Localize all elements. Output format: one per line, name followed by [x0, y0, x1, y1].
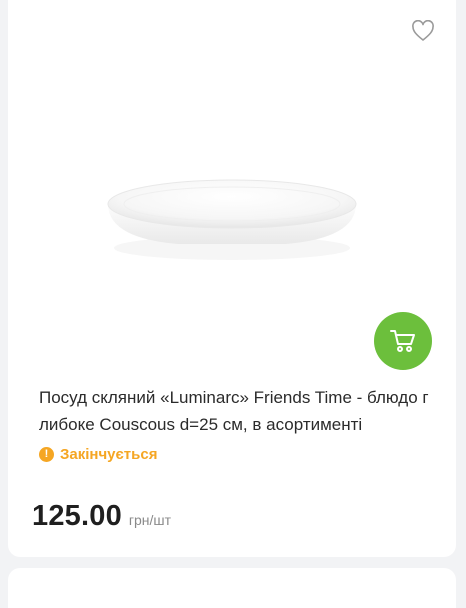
price-block: 125.00 грн/шт — [32, 500, 171, 533]
favorite-button[interactable] — [411, 20, 435, 42]
product-card[interactable]: Посуд скляний «Luminarc» Friends Time - … — [8, 0, 456, 557]
price-value: 125.00 — [32, 500, 122, 532]
stock-status: ! Закінчується — [39, 446, 157, 463]
add-to-cart-button[interactable] — [374, 312, 432, 370]
product-image[interactable] — [8, 60, 456, 330]
heart-icon — [412, 20, 434, 41]
cart-icon — [390, 330, 415, 352]
stock-status-label: Закінчується — [60, 446, 158, 463]
product-title[interactable]: Посуд скляний «Luminarc» Friends Time - … — [39, 384, 431, 438]
exclamation-icon: ! — [39, 447, 54, 462]
white-plate-image — [107, 179, 357, 260]
next-product-card[interactable] — [8, 568, 456, 608]
price-unit: грн/шт — [128, 512, 172, 528]
